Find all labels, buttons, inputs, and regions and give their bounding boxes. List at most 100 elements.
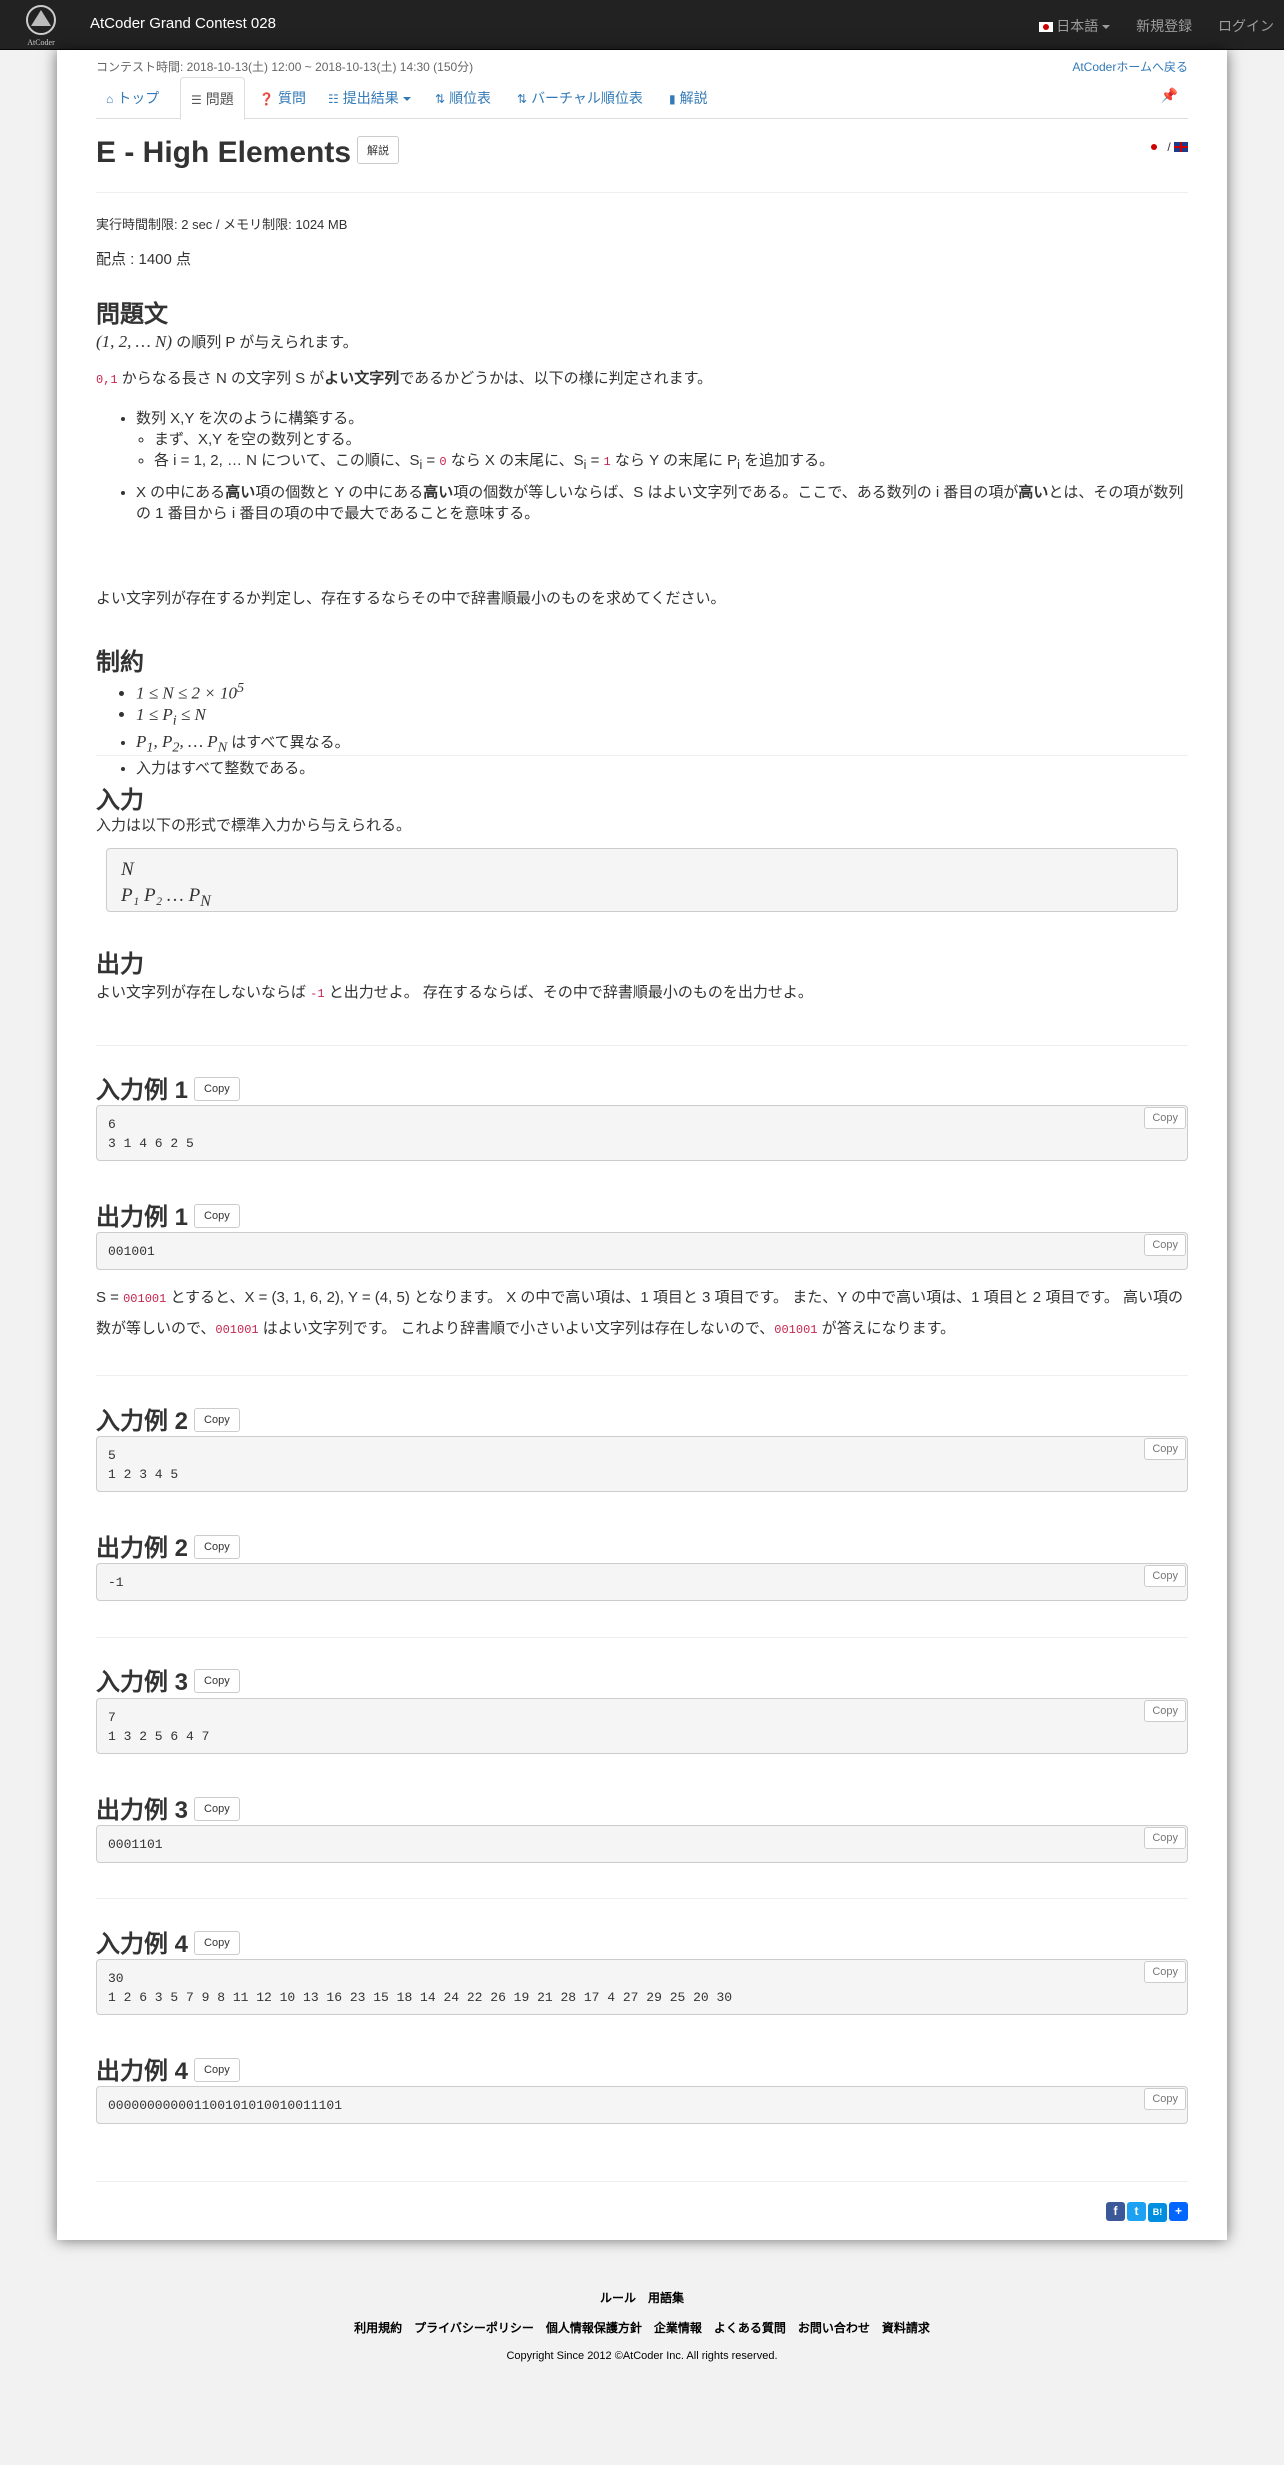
copy-button[interactable]: Copy bbox=[194, 1796, 240, 1821]
statement-p1: (1, 2, … N) の順列 P が与えられます。 bbox=[96, 332, 358, 351]
list-item: 数列 X,Y を次のように構築する。 まず、X,Y を空の数列とする。 各 i … bbox=[136, 408, 1186, 476]
divider bbox=[96, 2181, 1188, 2182]
list-item: まず、X,Y を空の数列とする。 bbox=[154, 429, 1186, 450]
copy-button[interactable]: Copy bbox=[194, 1534, 240, 1559]
footer-link[interactable]: ルール bbox=[600, 2291, 636, 2305]
copyright: Copyright Since 2012 ©AtCoder Inc. All r… bbox=[506, 2350, 778, 2362]
list-item: 1 ≤ N ≤ 2 × 105 bbox=[136, 678, 350, 704]
navbar: AtCoder AtCoder Grand Contest 028 日本語 新規… bbox=[0, 0, 1284, 50]
contest-title-link[interactable]: AtCoder Grand Contest 028 bbox=[90, 15, 276, 32]
constraints-heading: 制約 bbox=[96, 649, 144, 676]
svg-text:AtCoder: AtCoder bbox=[27, 38, 55, 47]
uk-flag-icon[interactable] bbox=[1174, 142, 1188, 152]
divider bbox=[96, 1375, 1188, 1376]
input-desc: 入力は以下の形式で標準入力から与えられる。 bbox=[96, 817, 412, 834]
sort-icon: ⇅ bbox=[435, 92, 446, 106]
list-item: 各 i = 1, 2, … N について、この順に、Si = 0 なら X の末… bbox=[154, 450, 1186, 476]
copy-button[interactable]: Copy bbox=[1144, 1827, 1186, 1849]
tab-clarifications[interactable]: ❓ 質問 bbox=[249, 77, 316, 119]
copy-button[interactable]: Copy bbox=[1144, 1438, 1186, 1460]
tab-top[interactable]: ⌂ トップ bbox=[96, 77, 169, 119]
back-home-link[interactable]: AtCoderホームへ戻る bbox=[1072, 58, 1188, 75]
footer-link[interactable]: よくある質問 bbox=[714, 2321, 786, 2335]
sort-icon: ⇅ bbox=[517, 92, 528, 106]
footer-link[interactable]: 資料請求 bbox=[882, 2321, 930, 2335]
statement-p3: よい文字列が存在するか判定し、存在するならその中で辞書順最小のものを求めてくださ… bbox=[96, 590, 726, 607]
signup-link[interactable]: 新規登録 bbox=[1136, 18, 1192, 34]
copy-button[interactable]: Copy bbox=[194, 2057, 240, 2082]
tab-editorial[interactable]: ▮ 解説 bbox=[659, 77, 718, 119]
facebook-icon[interactable]: f bbox=[1106, 2202, 1125, 2221]
language-dropdown[interactable]: 日本語 bbox=[1039, 18, 1111, 34]
tab-standings[interactable]: ⇅ 順位表 bbox=[425, 77, 501, 119]
editorial-button[interactable]: 解説 bbox=[357, 136, 400, 165]
hatena-bookmark-icon[interactable]: B! bbox=[1148, 2203, 1167, 2222]
sample-input-1-heading: 入力例 1 Copy bbox=[96, 1070, 240, 1105]
japan-flag-icon[interactable] bbox=[1146, 142, 1161, 152]
japan-flag-icon bbox=[1039, 22, 1054, 32]
limits-text: 実行時間制限: 2 sec / メモリ制限: 1024 MB bbox=[96, 217, 348, 232]
footer-row-2: 利用規約 プライバシーポリシー 個人情報保護方針 企業情報 よくある質問 お問い合わせ 資料… bbox=[0, 2319, 1284, 2336]
copy-button[interactable]: Copy bbox=[194, 1203, 240, 1228]
statement-heading: 問題文 bbox=[96, 301, 168, 328]
share-plus-icon[interactable]: + bbox=[1169, 2202, 1188, 2221]
footer-link[interactable]: 用語集 bbox=[648, 2291, 684, 2305]
table-icon: ☷ bbox=[328, 92, 339, 106]
copy-button[interactable]: Copy bbox=[1144, 1234, 1186, 1256]
footer-link[interactable]: 個人情報保護方針 bbox=[546, 2321, 642, 2335]
sample-output-1: 001001 Copy bbox=[96, 1232, 1188, 1270]
login-link[interactable]: ログイン bbox=[1218, 18, 1274, 34]
list-item: 1 ≤ Pi ≤ N bbox=[136, 704, 350, 731]
footer-link[interactable]: プライバシーポリシー bbox=[414, 2321, 534, 2335]
footer-link[interactable]: 企業情報 bbox=[654, 2321, 702, 2335]
twitter-icon[interactable]: t bbox=[1127, 2202, 1146, 2221]
caret-down-icon bbox=[1102, 25, 1111, 30]
sample-output-2: -1 Copy bbox=[96, 1563, 1188, 1601]
sample-input-2: 5 1 2 3 4 5 Copy bbox=[96, 1436, 1188, 1492]
sample-input-3-heading: 入力例 3 Copy bbox=[96, 1662, 240, 1697]
copy-button[interactable]: Copy bbox=[1144, 1565, 1186, 1587]
constraints-list: 1 ≤ N ≤ 2 × 105 1 ≤ Pi ≤ N P1, P2, … PN … bbox=[136, 678, 350, 779]
footer-link[interactable]: お問い合わせ bbox=[798, 2321, 870, 2335]
copy-button[interactable]: Copy bbox=[1144, 2088, 1186, 2110]
question-icon: ❓ bbox=[259, 92, 274, 106]
atcoder-logo[interactable]: AtCoder bbox=[14, 2, 68, 48]
sample-input-2-heading: 入力例 2 Copy bbox=[96, 1401, 240, 1436]
footer-row-1: ルール 用語集 bbox=[0, 2289, 1284, 2306]
sample-input-4-heading: 入力例 4 Copy bbox=[96, 1924, 240, 1959]
statement-p2: 0,1 からなる長さ N の文字列 S がよい文字列であるかどうかは、以下の様に… bbox=[96, 370, 713, 387]
list-item: X の中にある高い項の個数と Y の中にある高い項の個数が等しいならば、S はよ… bbox=[136, 482, 1186, 524]
score-text: 配点 : 1400 点 bbox=[96, 251, 192, 268]
footer-link[interactable]: 利用規約 bbox=[354, 2321, 402, 2335]
caret-down-icon bbox=[402, 97, 411, 102]
sample-output-2-heading: 出力例 2 Copy bbox=[96, 1528, 240, 1563]
tab-virtual-standings[interactable]: ⇅ バーチャル順位表 bbox=[507, 77, 653, 119]
copy-button[interactable]: Copy bbox=[1144, 1961, 1186, 1983]
tab-tasks[interactable]: ☰ 問題 bbox=[180, 77, 245, 120]
book-icon: ▮ bbox=[669, 92, 676, 106]
sample-explanation: S = 001001 とすると、X = (3, 1, 6, 2), Y = (4… bbox=[96, 1289, 1183, 1337]
copy-button[interactable]: Copy bbox=[194, 1407, 240, 1432]
copy-button[interactable]: Copy bbox=[194, 1076, 240, 1101]
sample-output-3-heading: 出力例 3 Copy bbox=[96, 1790, 240, 1825]
copy-button[interactable]: Copy bbox=[1144, 1700, 1186, 1722]
language-switch: / bbox=[1146, 140, 1188, 154]
input-format: N P₁ P₂ … PN bbox=[106, 848, 1178, 912]
page-title: E - High Elements 解説 bbox=[96, 136, 400, 170]
tab-submissions[interactable]: ☷ 提出結果 bbox=[318, 77, 425, 119]
pin-icon[interactable]: 📌 bbox=[1161, 87, 1178, 104]
contest-time: コンテスト時間: 2018-10-13(土) 12:00 ~ 2018-10-1… bbox=[96, 60, 474, 74]
contest-tabs: ⌂ トップ ☰ 問題 ❓ 質問 ☷ 提出結果 ⇅ 順位表 ⇅ バーチャル順位表 ▮ 解説 📌 bbox=[96, 77, 1188, 120]
divider bbox=[96, 755, 1188, 756]
statement-list: 数列 X,Y を次のように構築する。 まず、X,Y を空の数列とする。 各 i … bbox=[136, 408, 1186, 524]
divider bbox=[96, 1898, 1188, 1899]
main-panel: コンテスト時間: 2018-10-13(土) 12:00 ~ 2018-10-1… bbox=[57, 50, 1227, 2240]
copy-button[interactable]: Copy bbox=[194, 1930, 240, 1955]
copy-button[interactable]: Copy bbox=[1144, 1107, 1186, 1129]
list-icon: ☰ bbox=[191, 93, 202, 107]
copy-button[interactable]: Copy bbox=[194, 1668, 240, 1693]
share-buttons: f t B! + bbox=[1104, 2202, 1188, 2222]
sample-output-4: 000000000001100101010010011101 Copy bbox=[96, 2086, 1188, 2124]
sample-output-3: 0001101 Copy bbox=[96, 1825, 1188, 1863]
output-desc: よい文字列が存在しないならば -1 と出力せよ。 存在するならば、その中で辞書順… bbox=[96, 984, 813, 1001]
